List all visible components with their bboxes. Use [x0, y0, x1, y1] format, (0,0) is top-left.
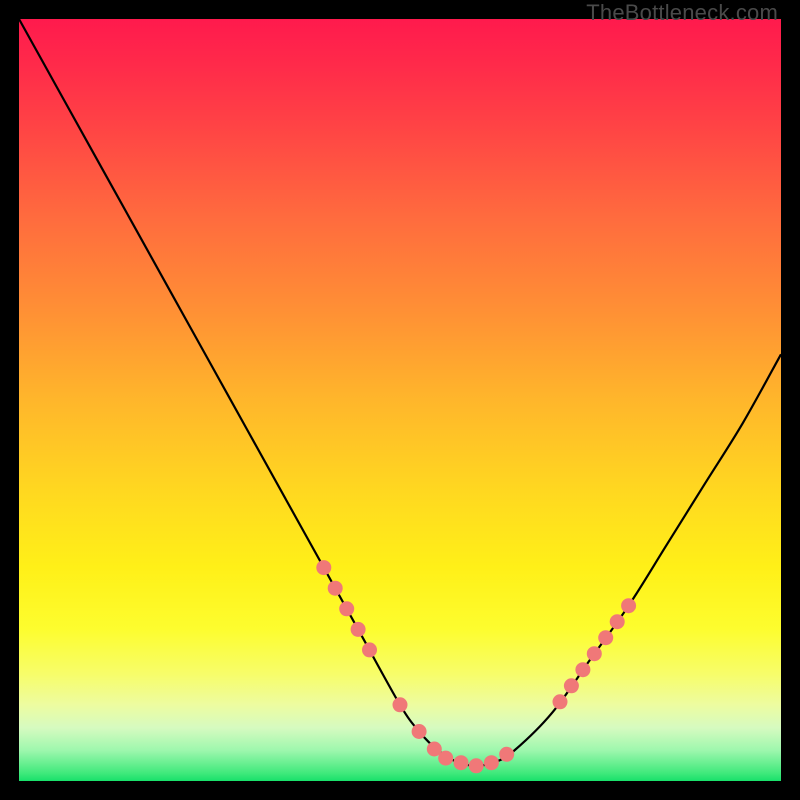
curve-marker — [575, 662, 590, 677]
curve-marker — [610, 614, 625, 629]
curve-marker — [598, 630, 613, 645]
curve-marker — [339, 601, 354, 616]
curve-marker — [454, 755, 469, 770]
curve-marker — [328, 581, 343, 596]
curve-marker — [393, 697, 408, 712]
curve-marker — [438, 751, 453, 766]
curve-marker — [469, 758, 484, 773]
curve-marker — [499, 747, 514, 762]
curve-marker — [412, 724, 427, 739]
curve-layer — [19, 19, 781, 781]
curve-marker — [621, 598, 636, 613]
curve-marker — [484, 755, 499, 770]
curve-marker — [553, 694, 568, 709]
chart-frame: TheBottleneck.com — [0, 0, 800, 800]
curve-marker — [316, 560, 331, 575]
watermark-text: TheBottleneck.com — [586, 0, 778, 26]
curve-marker — [351, 622, 366, 637]
marker-group — [316, 560, 636, 773]
curve-marker — [587, 646, 602, 661]
curve-marker — [564, 678, 579, 693]
bottleneck-curve — [19, 19, 781, 766]
curve-marker — [362, 642, 377, 657]
